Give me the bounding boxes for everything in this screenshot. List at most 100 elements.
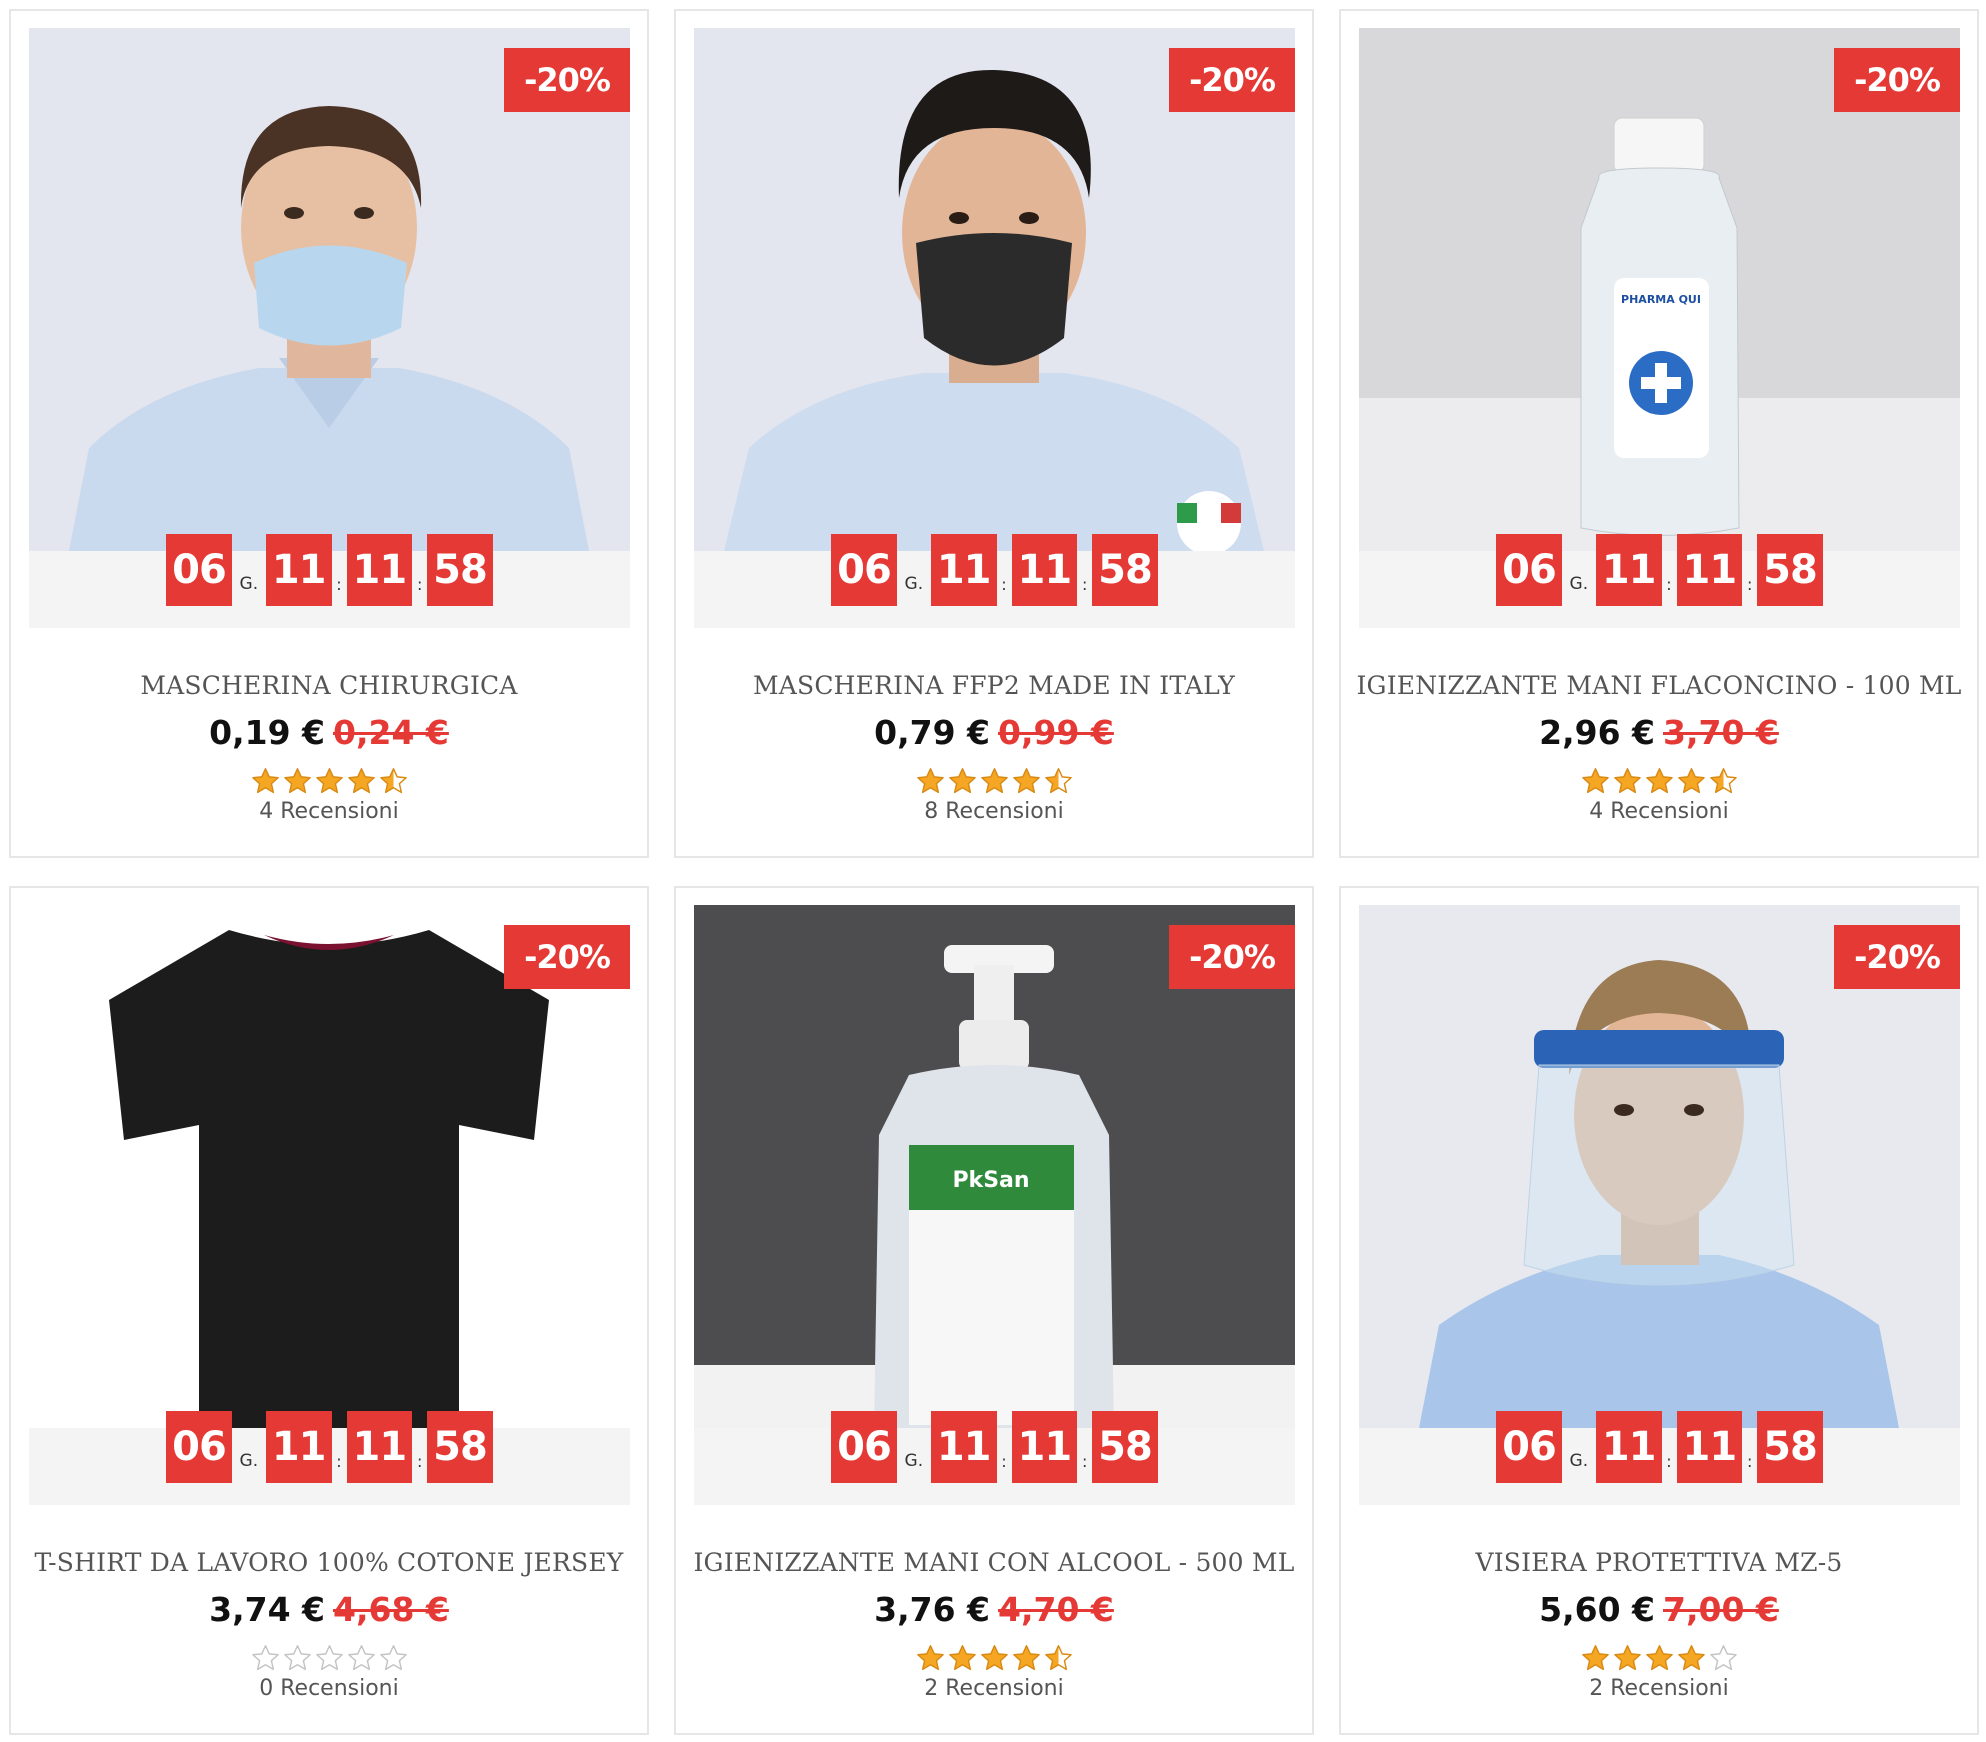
countdown-days-label: G. — [239, 1451, 259, 1471]
product-prices: 5,60 €7,00 € — [1341, 1590, 1977, 1629]
reviews-count[interactable]: 2 Recensioni — [676, 1676, 1312, 1701]
rating-stars — [1341, 767, 1977, 796]
star-full-icon — [251, 767, 280, 796]
reviews-count[interactable]: 2 Recensioni — [1341, 1676, 1977, 1701]
reviews-count[interactable]: 4 Recensioni — [11, 799, 647, 824]
product-media[interactable]: PkSan -20% 06 G. 11 : 11 : 58 — [694, 905, 1295, 1505]
countdown-seconds: 58 — [1757, 534, 1823, 606]
star-full-icon — [1012, 767, 1041, 796]
product-card[interactable]: PHARMA QUI -20% 06 G. 11 : 11 : 58 IGIEN… — [1339, 9, 1979, 858]
star-full-icon — [1645, 767, 1674, 796]
star-full-icon — [980, 767, 1009, 796]
product-card[interactable]: -20% 06 G. 11 : 11 : 58 MASCHERINA FFP2 … — [674, 9, 1314, 858]
rating-stars — [676, 1644, 1312, 1673]
rating-stars — [11, 767, 647, 796]
countdown-seconds: 58 — [1092, 534, 1158, 606]
reviews-count[interactable]: 0 Recensioni — [11, 1676, 647, 1701]
product-title[interactable]: MASCHERINA FFP2 MADE IN ITALY — [676, 671, 1312, 700]
star-half-icon — [1709, 767, 1738, 796]
product-title[interactable]: T-SHIRT DA LAVORO 100% COTONE JERSEY — [11, 1548, 647, 1577]
countdown-timer: 06 G. 11 : 11 : 58 — [1359, 534, 1960, 606]
countdown-days-label: G. — [904, 574, 924, 594]
old-price: 4,70 € — [998, 1590, 1114, 1629]
star-empty-icon — [315, 1644, 344, 1673]
current-price: 2,96 € — [1539, 713, 1655, 752]
product-card[interactable]: -20% 06 G. 11 : 11 : 58 VISIERA PROTETTI… — [1339, 886, 1979, 1735]
star-empty-icon — [1709, 1644, 1738, 1673]
star-full-icon — [916, 767, 945, 796]
product-media[interactable]: -20% 06 G. 11 : 11 : 58 — [29, 28, 630, 628]
star-full-icon — [980, 1644, 1009, 1673]
product-prices: 3,74 €4,68 € — [11, 1590, 647, 1629]
old-price: 4,68 € — [333, 1590, 449, 1629]
countdown-separator: : — [1666, 575, 1672, 594]
product-title[interactable]: VISIERA PROTETTIVA MZ-5 — [1341, 1548, 1977, 1577]
discount-badge: -20% — [504, 925, 630, 989]
star-empty-icon — [379, 1644, 408, 1673]
rating-stars — [11, 1644, 647, 1673]
countdown-seconds: 58 — [1092, 1411, 1158, 1483]
countdown-hours: 11 — [265, 534, 332, 606]
countdown-days: 06 — [1496, 1411, 1562, 1483]
product-title[interactable]: MASCHERINA CHIRURGICA — [11, 671, 647, 700]
star-full-icon — [916, 1644, 945, 1673]
countdown-days-label: G. — [1569, 574, 1589, 594]
star-full-icon — [347, 767, 376, 796]
star-full-icon — [1677, 767, 1706, 796]
svg-text:PHARMA QUI: PHARMA QUI — [1621, 293, 1701, 306]
countdown-separator: : — [416, 1452, 423, 1471]
countdown-separator: : — [1746, 1452, 1753, 1471]
countdown-hours: 11 — [1595, 534, 1662, 606]
current-price: 5,60 € — [1539, 1590, 1655, 1629]
reviews-count[interactable]: 4 Recensioni — [1341, 799, 1977, 824]
star-half-icon — [1044, 767, 1073, 796]
product-media[interactable]: PHARMA QUI -20% 06 G. 11 : 11 : 58 — [1359, 28, 1960, 628]
countdown-seconds: 58 — [427, 534, 493, 606]
product-prices: 0,19 €0,24 € — [11, 713, 647, 752]
countdown-separator: : — [336, 575, 342, 594]
product-prices: 2,96 €3,70 € — [1341, 713, 1977, 752]
countdown-minutes: 11 — [1011, 1411, 1078, 1483]
countdown-timer: 06 G. 11 : 11 : 58 — [694, 1411, 1295, 1483]
countdown-days-label: G. — [1569, 1451, 1589, 1471]
countdown-days: 06 — [166, 534, 232, 606]
countdown-separator: : — [1081, 1452, 1088, 1471]
product-card[interactable]: -20% 06 G. 11 : 11 : 58 T-SHIRT DA LAVOR… — [9, 886, 649, 1735]
star-half-icon — [379, 767, 408, 796]
current-price: 3,74 € — [209, 1590, 325, 1629]
countdown-days-label: G. — [239, 574, 259, 594]
star-empty-icon — [347, 1644, 376, 1673]
countdown-days-label: G. — [904, 1451, 924, 1471]
countdown-minutes: 11 — [1011, 534, 1078, 606]
product-title[interactable]: IGIENIZZANTE MANI FLACONCINO - 100 ML — [1341, 671, 1977, 700]
countdown-separator: : — [1001, 1452, 1007, 1471]
star-full-icon — [1581, 767, 1610, 796]
svg-text:PkSan: PkSan — [952, 1168, 1029, 1193]
product-card[interactable]: -20% 06 G. 11 : 11 : 58 MASCHERINA CHIRU… — [9, 9, 649, 858]
discount-badge: -20% — [1169, 925, 1295, 989]
countdown-minutes: 11 — [1676, 1411, 1743, 1483]
old-price: 0,99 € — [998, 713, 1114, 752]
discount-badge: -20% — [1834, 48, 1960, 112]
current-price: 0,19 € — [209, 713, 325, 752]
product-card[interactable]: PkSan -20% 06 G. 11 : 11 : 58 IGIENIZZAN… — [674, 886, 1314, 1735]
current-price: 3,76 € — [874, 1590, 990, 1629]
star-full-icon — [948, 767, 977, 796]
countdown-separator: : — [336, 1452, 342, 1471]
countdown-days: 06 — [166, 1411, 232, 1483]
product-title[interactable]: IGIENIZZANTE MANI CON ALCOOL - 500 ML — [676, 1548, 1312, 1577]
star-full-icon — [1677, 1644, 1706, 1673]
product-prices: 0,79 €0,99 € — [676, 713, 1312, 752]
product-media[interactable]: -20% 06 G. 11 : 11 : 58 — [29, 905, 630, 1505]
star-empty-icon — [251, 1644, 280, 1673]
product-media[interactable]: -20% 06 G. 11 : 11 : 58 — [1359, 905, 1960, 1505]
rating-stars — [676, 767, 1312, 796]
countdown-days: 06 — [1496, 534, 1562, 606]
star-full-icon — [1012, 1644, 1041, 1673]
countdown-hours: 11 — [1595, 1411, 1662, 1483]
reviews-count[interactable]: 8 Recensioni — [676, 799, 1312, 824]
product-media[interactable]: -20% 06 G. 11 : 11 : 58 — [694, 28, 1295, 628]
countdown-minutes: 11 — [1676, 534, 1743, 606]
star-full-icon — [1581, 1644, 1610, 1673]
countdown-minutes: 11 — [346, 534, 413, 606]
